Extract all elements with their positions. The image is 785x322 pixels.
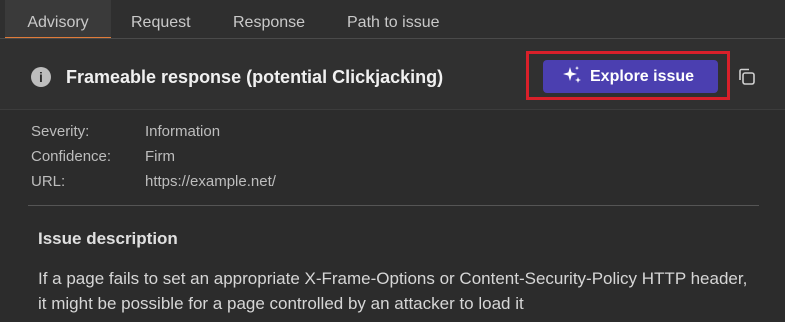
- sparkle-icon: [561, 65, 583, 92]
- info-icon: i: [31, 67, 51, 87]
- tab-path-to-issue[interactable]: Path to issue: [347, 0, 440, 38]
- advisory-panel: i Frameable response (potential Clickjac…: [0, 39, 785, 322]
- tab-bar: Advisory Request Response Path to issue: [0, 0, 785, 39]
- section-divider: [28, 205, 759, 206]
- header-divider: [0, 109, 785, 110]
- issue-description-text: If a page fails to set an appropriate X-…: [38, 269, 748, 313]
- severity-value: Information: [145, 123, 221, 140]
- severity-label: Severity:: [31, 123, 90, 140]
- explore-issue-label: Explore issue: [590, 68, 695, 85]
- copy-icon[interactable]: [736, 66, 758, 88]
- tab-advisory[interactable]: Advisory: [5, 0, 111, 38]
- tab-response[interactable]: Response: [233, 0, 305, 38]
- confidence-label: Confidence:: [31, 148, 112, 165]
- issue-description-heading: Issue description: [38, 229, 178, 248]
- explore-issue-button[interactable]: Explore issue: [543, 60, 718, 93]
- issue-title: Frameable response (potential Clickjacki…: [66, 67, 444, 87]
- issue-header: i Frameable response (potential Clickjac…: [0, 39, 785, 109]
- tab-request[interactable]: Request: [131, 0, 191, 38]
- url-label: URL:: [31, 173, 66, 190]
- url-value: https://example.net/: [145, 173, 276, 190]
- confidence-value: Firm: [145, 148, 175, 165]
